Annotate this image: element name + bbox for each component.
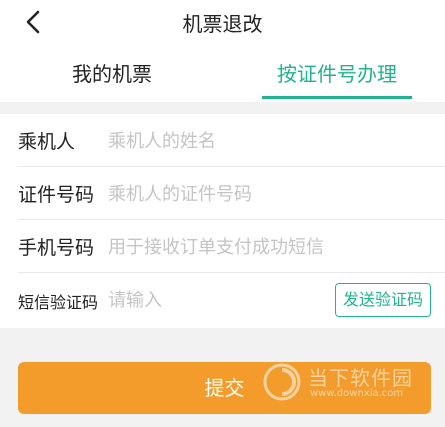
refund-form: 乘机人 证件号码 手机号码 短信验证码 发送验证码 <box>0 114 445 328</box>
id-number-input[interactable] <box>108 179 348 209</box>
phone-row: 手机号码 <box>0 220 445 273</box>
active-tab-indicator <box>262 96 412 99</box>
passenger-label: 乘机人 <box>18 131 76 153</box>
sms-code-label: 短信验证码 <box>18 293 99 312</box>
tab-my-tickets[interactable]: 我的机票 <box>40 58 184 98</box>
submit-button[interactable]: 提交 <box>18 362 431 414</box>
phone-label: 手机号码 <box>18 237 95 259</box>
passenger-row: 乘机人 <box>0 114 445 167</box>
bottom-area: 提交 <box>0 328 445 427</box>
id-number-row: 证件号码 <box>0 167 445 220</box>
passenger-name-input[interactable] <box>108 126 348 156</box>
send-code-button[interactable]: 发送验证码 <box>335 283 431 317</box>
top-bar: 机票退改 <box>0 0 445 44</box>
sms-code-input[interactable] <box>108 285 318 315</box>
page-title: 机票退改 <box>182 12 263 36</box>
tab-bar: 我的机票 按证件号办理 <box>0 52 445 102</box>
sms-code-row: 短信验证码 发送验证码 <box>0 273 445 326</box>
id-number-label: 证件号码 <box>18 184 95 206</box>
section-divider <box>0 102 445 114</box>
phone-input[interactable] <box>108 232 348 262</box>
tab-by-id-number[interactable]: 按证件号办理 <box>262 58 412 98</box>
